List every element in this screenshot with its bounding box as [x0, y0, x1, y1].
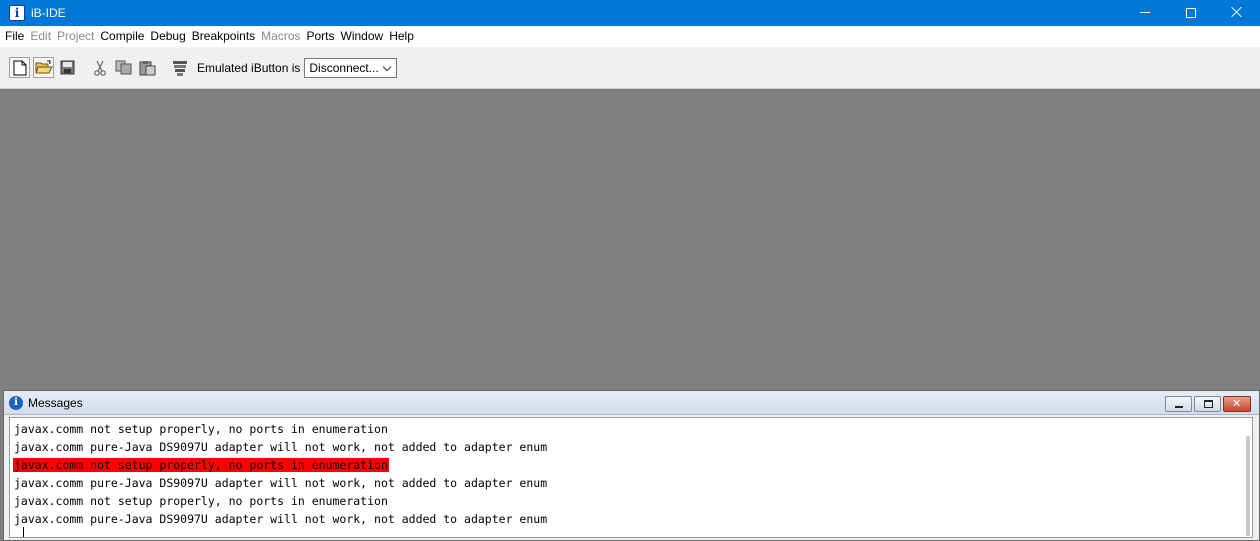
menu-debug[interactable]: Debug	[147, 26, 188, 47]
minimize-button[interactable]	[1122, 0, 1168, 26]
open-file-button[interactable]	[33, 57, 54, 78]
title-bar: i iB-IDE	[0, 0, 1260, 26]
message-line: javax.comm pure-Java DS9097U adapter wil…	[13, 510, 1252, 528]
message-text: javax.comm not setup properly, no ports …	[14, 422, 388, 436]
toolbar: Emulated iButton is Disconnect...	[0, 47, 1260, 89]
messages-window-controls: ✕	[1163, 396, 1251, 412]
messages-restore-button[interactable]	[1194, 396, 1221, 412]
save-icon	[60, 60, 75, 75]
mdi-workspace	[0, 89, 1260, 389]
menu-ports[interactable]: Ports	[304, 26, 338, 47]
cut-button[interactable]	[89, 57, 110, 78]
emulated-ibutton-dropdown[interactable]: Disconnect...	[304, 57, 398, 78]
maximize-icon	[1186, 8, 1196, 18]
message-text: javax.comm pure-Java DS9097U adapter wil…	[14, 440, 548, 454]
menu-help[interactable]: Help	[386, 26, 417, 47]
message-text: javax.comm pure-Java DS9097U adapter wil…	[14, 512, 548, 526]
app-icon[interactable]: i	[9, 5, 25, 21]
message-text: javax.comm pure-Java DS9097U adapter wil…	[14, 476, 548, 490]
messages-minimize-button[interactable]	[1165, 396, 1192, 412]
maximize-button[interactable]	[1168, 0, 1214, 26]
vertical-scrollbar[interactable]	[1246, 436, 1250, 536]
menu-file[interactable]: File	[2, 26, 27, 47]
info-icon: i	[9, 395, 23, 410]
message-text: javax.comm not setup properly, no ports …	[14, 494, 388, 508]
messages-title: Messages	[28, 395, 83, 410]
messages-title-bar: i Messages ✕	[4, 391, 1259, 415]
messages-window: i Messages ✕ javax.comm not setup proper…	[3, 390, 1260, 541]
scissors-icon	[93, 60, 106, 76]
close-icon	[1231, 6, 1243, 18]
menu-window[interactable]: Window	[338, 26, 387, 47]
message-line: javax.comm not setup properly, no ports …	[13, 492, 1252, 510]
close-icon: ✕	[1232, 398, 1242, 410]
dropdown-value: Disconnect...	[309, 60, 379, 75]
restore-icon	[1204, 400, 1213, 408]
close-button[interactable]	[1214, 0, 1260, 26]
message-text: javax.comm not setup properly, no ports …	[13, 458, 389, 472]
ibutton-stack-icon	[172, 60, 187, 76]
menu-breakpoints[interactable]: Breakpoints	[189, 26, 258, 47]
chevron-down-icon	[383, 62, 392, 71]
paste-button[interactable]	[137, 57, 158, 78]
menu-edit[interactable]: Edit	[27, 26, 54, 47]
open-folder-icon	[34, 60, 53, 74]
copy-icon	[115, 60, 132, 75]
text-cursor	[23, 527, 24, 537]
paste-icon	[139, 60, 156, 75]
message-list: javax.comm not setup properly, no ports …	[10, 418, 1252, 528]
ibutton-button[interactable]	[169, 57, 190, 78]
minimize-icon	[1140, 12, 1150, 13]
window-controls	[1122, 0, 1260, 26]
message-line: javax.comm pure-Java DS9097U adapter wil…	[13, 438, 1252, 456]
messages-text-area[interactable]: javax.comm not setup properly, no ports …	[9, 417, 1253, 538]
message-line: javax.comm not setup properly, no ports …	[13, 420, 1252, 438]
menu-bar: File Edit Project Compile Debug Breakpoi…	[0, 26, 1260, 47]
messages-close-button[interactable]: ✕	[1223, 396, 1251, 412]
menu-compile[interactable]: Compile	[97, 26, 147, 47]
message-line: javax.comm pure-Java DS9097U adapter wil…	[13, 474, 1252, 492]
emulated-ibutton-label: Emulated iButton is	[197, 60, 301, 75]
new-file-button[interactable]	[9, 57, 30, 78]
save-button[interactable]	[57, 57, 78, 78]
new-file-icon	[13, 60, 26, 75]
menu-macros[interactable]: Macros	[258, 26, 303, 47]
copy-button[interactable]	[113, 57, 134, 78]
minimize-icon	[1175, 406, 1183, 408]
message-line-highlighted: javax.comm not setup properly, no ports …	[13, 456, 1252, 474]
menu-project[interactable]: Project	[54, 26, 97, 47]
window-title: iB-IDE	[31, 6, 66, 20]
